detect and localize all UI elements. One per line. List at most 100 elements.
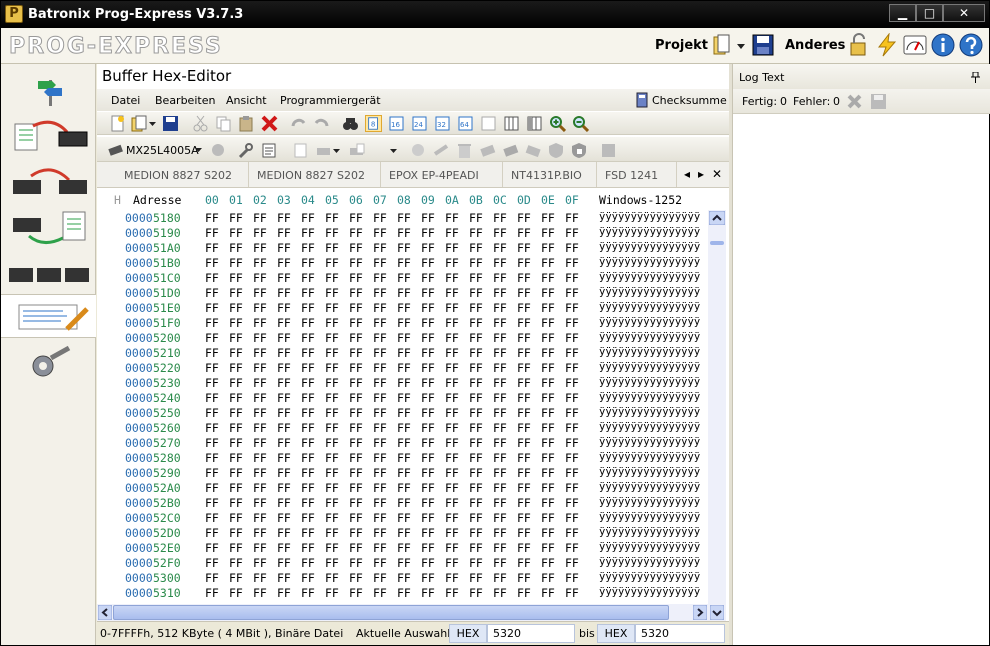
hex-byte[interactable]: FF	[253, 526, 267, 540]
hex-byte[interactable]: FF	[349, 346, 363, 360]
sidebar-item-chip-to-file[interactable]	[1, 206, 96, 250]
selection-to-format[interactable]: HEX	[597, 624, 635, 643]
hex-byte[interactable]: FF	[445, 451, 459, 465]
verify-dropdown-icon[interactable]	[390, 149, 397, 154]
hex-byte[interactable]: FF	[301, 421, 315, 435]
hex-byte[interactable]: FF	[421, 556, 435, 570]
hex-byte[interactable]: FF	[421, 256, 435, 270]
hex-byte[interactable]: FF	[517, 496, 531, 510]
hex-byte[interactable]: FF	[301, 466, 315, 480]
hex-byte[interactable]: FF	[325, 481, 339, 495]
hex-byte[interactable]: FF	[373, 556, 387, 570]
hex-byte[interactable]: FF	[205, 256, 219, 270]
hex-byte[interactable]: FF	[229, 481, 243, 495]
hex-byte[interactable]: FF	[325, 286, 339, 300]
text-column[interactable]: ÿÿÿÿÿÿÿÿÿÿÿÿÿÿÿÿ	[599, 451, 700, 463]
hex-byte[interactable]: FF	[229, 331, 243, 345]
hex-byte[interactable]: FF	[469, 376, 483, 390]
hex-byte[interactable]: FF	[445, 286, 459, 300]
hex-byte[interactable]: FF	[469, 271, 483, 285]
hex-byte[interactable]: FF	[565, 241, 579, 255]
hscroll-thumb[interactable]	[113, 605, 669, 620]
sidebar-item-start[interactable]	[1, 68, 96, 112]
chip-grey3-icon[interactable]	[525, 142, 542, 159]
hex-byte[interactable]: FF	[349, 421, 363, 435]
hex-byte[interactable]: FF	[517, 406, 531, 420]
tab-2[interactable]: MEDION 8827 S202	[249, 162, 381, 187]
hex-byte[interactable]: FF	[301, 361, 315, 375]
hex-byte[interactable]: FF	[277, 316, 291, 330]
hex-byte[interactable]: FF	[541, 346, 555, 360]
hex-byte[interactable]: FF	[253, 556, 267, 570]
hex-byte[interactable]: FF	[541, 331, 555, 345]
hex-byte[interactable]: FF	[301, 526, 315, 540]
hex-byte[interactable]: FF	[517, 226, 531, 240]
scroll-right-icon[interactable]	[693, 605, 707, 620]
hex-byte[interactable]: FF	[421, 511, 435, 525]
hex-byte[interactable]: FF	[565, 436, 579, 450]
hex-byte[interactable]: FF	[445, 586, 459, 600]
hex-byte[interactable]: FF	[421, 541, 435, 555]
text-column[interactable]: ÿÿÿÿÿÿÿÿÿÿÿÿÿÿÿÿ	[599, 511, 700, 523]
hex-byte[interactable]: FF	[253, 361, 267, 375]
pin-icon[interactable]	[971, 72, 980, 83]
hex-byte[interactable]: FF	[469, 301, 483, 315]
hex-byte[interactable]: FF	[445, 556, 459, 570]
hex-byte[interactable]: FF	[541, 526, 555, 540]
hex-byte[interactable]: FF	[421, 226, 435, 240]
hex-byte[interactable]: FF	[277, 361, 291, 375]
hex-byte[interactable]: FF	[469, 331, 483, 345]
hex-byte[interactable]: FF	[205, 226, 219, 240]
hex-byte[interactable]: FF	[397, 376, 411, 390]
hex-byte[interactable]: FF	[277, 241, 291, 255]
hex-byte[interactable]: FF	[445, 256, 459, 270]
text-column[interactable]: ÿÿÿÿÿÿÿÿÿÿÿÿÿÿÿÿ	[599, 361, 700, 373]
hex-byte[interactable]: FF	[469, 361, 483, 375]
device-icon[interactable]	[600, 142, 617, 159]
hex-byte[interactable]: FF	[517, 361, 531, 375]
table-row[interactable]: 0000 5260 FF FF FF FF FF FF FF FF FF FF FF FF FF FF FF FF…	[97, 421, 700, 436]
table-row[interactable]: 0000 5240 FF FF FF FF FF FF FF FF FF FF FF FF FF FF FF FF…	[97, 391, 700, 406]
hex-byte[interactable]: FF	[565, 586, 579, 600]
hex-byte[interactable]: FF	[541, 481, 555, 495]
hex-byte[interactable]: FF	[301, 391, 315, 405]
save-icon[interactable]	[162, 115, 179, 132]
hex-byte[interactable]: FF	[277, 286, 291, 300]
save-log-icon[interactable]	[870, 93, 887, 110]
hex-byte[interactable]: FF	[397, 466, 411, 480]
hex-byte[interactable]: FF	[349, 586, 363, 600]
hex-byte[interactable]: FF	[493, 496, 507, 510]
hex-byte[interactable]: FF	[301, 286, 315, 300]
shield-icon[interactable]	[548, 142, 565, 159]
hex-byte[interactable]: FF	[373, 331, 387, 345]
hex-byte[interactable]: FF	[205, 241, 219, 255]
verify-icon[interactable]	[348, 142, 365, 159]
hex-byte[interactable]: FF	[493, 406, 507, 420]
hex-byte[interactable]: FF	[253, 586, 267, 600]
project-dropdown-icon[interactable]	[737, 44, 745, 50]
table-row[interactable]: 0000 52D0 FF FF FF FF FF FF FF FF FF FF FF FF FF FF FF FF…	[97, 526, 700, 541]
hex-byte[interactable]: FF	[493, 376, 507, 390]
hex-byte[interactable]: FF	[373, 361, 387, 375]
hex-byte[interactable]: FF	[445, 541, 459, 555]
hex-byte[interactable]: FF	[397, 331, 411, 345]
shield-lock-icon[interactable]	[571, 142, 588, 159]
hex-byte[interactable]: FF	[397, 211, 411, 225]
hex-byte[interactable]: FF	[541, 286, 555, 300]
chip-grey2-icon[interactable]	[502, 142, 519, 159]
hex-byte[interactable]: FF	[325, 571, 339, 585]
hex-byte[interactable]: FF	[301, 256, 315, 270]
hex-byte[interactable]: FF	[205, 421, 219, 435]
hex-byte[interactable]: FF	[493, 211, 507, 225]
hex-byte[interactable]: FF	[493, 511, 507, 525]
hex-byte[interactable]: FF	[373, 286, 387, 300]
hex-byte[interactable]: FF	[469, 211, 483, 225]
hex-byte[interactable]: FF	[517, 556, 531, 570]
tab-close-button[interactable]: ✕	[712, 167, 722, 181]
hex-byte[interactable]: FF	[373, 511, 387, 525]
hex-byte[interactable]: FF	[373, 391, 387, 405]
hex-byte[interactable]: FF	[229, 316, 243, 330]
hex-byte[interactable]: FF	[373, 466, 387, 480]
hex-byte[interactable]: FF	[493, 541, 507, 555]
new-file-icon[interactable]	[109, 115, 126, 132]
